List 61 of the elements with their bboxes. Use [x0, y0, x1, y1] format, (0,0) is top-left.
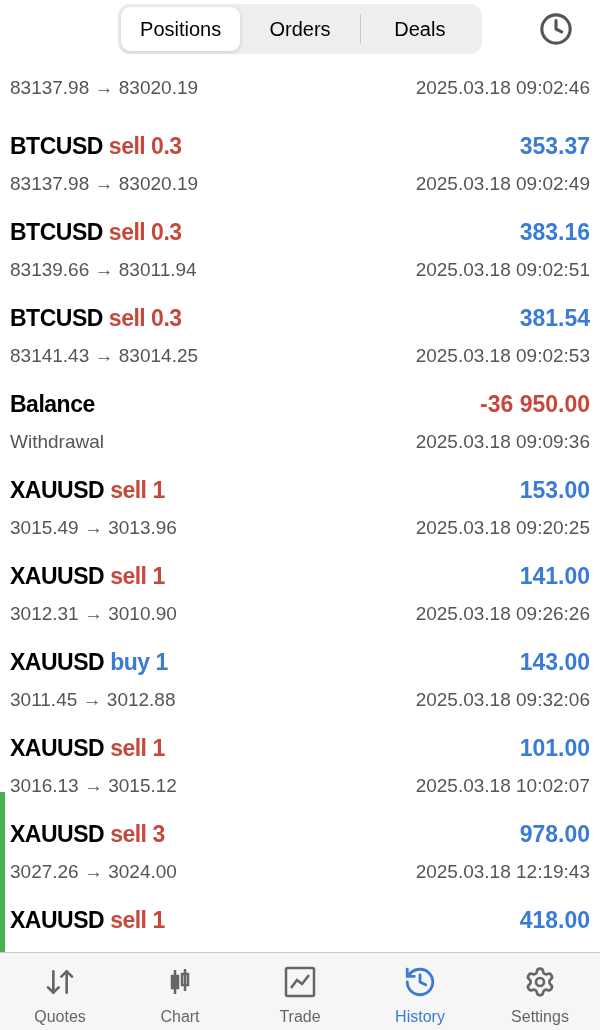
- tab-bar-item[interactable]: History: [360, 953, 480, 1030]
- deal-action: sell 0.3: [108, 218, 182, 247]
- clock-icon[interactable]: [539, 12, 573, 46]
- deal-profit: 153.00: [519, 476, 590, 505]
- deal-profit: 141.00: [519, 562, 590, 591]
- deal-symbol: XAUUSD: [10, 820, 105, 849]
- deal-time: 2025.03.18 09:02:46: [415, 75, 590, 100]
- deal-time: 2025.03.18 09:32:06: [415, 687, 590, 712]
- deal-action: sell 3: [110, 820, 165, 849]
- deal-time: 2025.03.18 09:02:49: [415, 171, 590, 196]
- deal-time: 2025.03.18 09:02:53: [415, 343, 590, 368]
- deal-symbol: XAUUSD: [10, 648, 105, 677]
- segment-tab[interactable]: Orders: [240, 7, 360, 51]
- deal-profit: 383.16: [519, 218, 590, 247]
- price-range: 83139.66 → 83011.94: [10, 257, 197, 282]
- history-icon: [403, 965, 437, 999]
- price-range: 3016.13 → 3015.12: [10, 773, 177, 798]
- deal-symbol: BTCUSD: [10, 218, 103, 247]
- deal-symbol: XAUUSD: [10, 476, 105, 505]
- deal-symbol: BTCUSD: [10, 304, 103, 333]
- segment-tab[interactable]: Deals: [360, 7, 479, 51]
- price-range: 3011.45 → 3012.88: [10, 687, 176, 712]
- deal-action: sell 0.3: [108, 304, 182, 333]
- price-range: 83137.98 → 83020.19: [10, 75, 199, 100]
- line-chart-icon: [284, 966, 316, 998]
- deal-symbol: BTCUSD: [10, 132, 103, 161]
- deal-profit: 101.00: [519, 734, 590, 763]
- tab-bar-item[interactable]: Quotes: [0, 953, 120, 1030]
- deal-profit: 381.54: [519, 304, 590, 333]
- deal-time: 2025.03.18 09:02:51: [415, 257, 590, 282]
- deal-action: sell 1: [110, 562, 165, 591]
- deal-time: 2025.03.18 09:26:26: [415, 601, 590, 626]
- deal-time: 2025.03.18 09:20:25: [415, 515, 590, 540]
- deal-profit: 353.37: [519, 132, 590, 161]
- deal-profit: 143.00: [519, 648, 590, 677]
- tab-bar-item[interactable]: Chart: [120, 953, 240, 1030]
- deal-action: sell 0.3: [108, 132, 182, 161]
- tab-bar-item[interactable]: Trade: [240, 953, 360, 1030]
- settings-icon: [524, 966, 556, 998]
- deal-time: 2025.03.18 10:02:07: [415, 773, 590, 798]
- price-range: Withdrawal: [10, 429, 104, 454]
- deal-action: sell 1: [110, 906, 165, 935]
- deal-time: 2025.03.18 12:19:43: [415, 859, 590, 884]
- deal-action: sell 1: [110, 734, 165, 763]
- segment-tab[interactable]: Positions: [121, 7, 241, 51]
- price-range: 3012.31 → 3010.90: [10, 601, 177, 626]
- tab-bar-item[interactable]: Settings: [480, 953, 600, 1030]
- deal-profit: 418.00: [519, 906, 590, 935]
- deal-profit: -36 950.00: [480, 390, 590, 419]
- deal-symbol: XAUUSD: [10, 906, 105, 935]
- price-range: 3015.49 → 3013.96: [10, 515, 177, 540]
- price-range: 3027.26 → 3024.00: [10, 859, 177, 884]
- deal-symbol: Balance: [10, 390, 95, 419]
- deal-action: sell 1: [110, 476, 165, 505]
- price-range: 83141.43 → 83014.25: [10, 343, 199, 368]
- deal-time: 2025.03.18 09:09:36: [415, 429, 590, 454]
- deal-symbol: XAUUSD: [10, 562, 105, 591]
- price-range: 83137.98 → 83020.19: [10, 171, 199, 196]
- deal-profit: 978.00: [519, 820, 590, 849]
- deal-symbol: XAUUSD: [10, 734, 105, 763]
- deal-action: buy 1: [110, 648, 168, 677]
